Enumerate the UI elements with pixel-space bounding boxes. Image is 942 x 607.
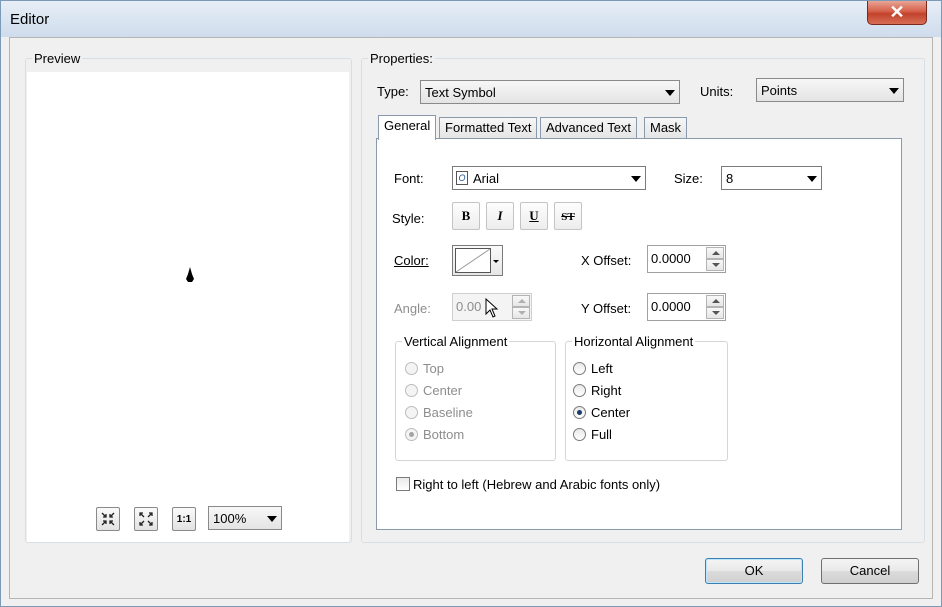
chevron-down-icon [631,176,641,182]
preview-group: Preview [25,51,352,543]
window-title: Editor [10,11,50,28]
right-to-left-label[interactable]: Right to left (Hebrew and Arabic fonts o… [413,477,660,492]
halign-center-radio[interactable] [573,406,586,419]
underline-icon: U [529,208,539,223]
tab-general[interactable]: General [378,115,437,140]
font-value: Arial [473,171,500,186]
type-value: Text Symbol [425,85,496,100]
italic-icon: I [497,208,503,223]
halign-full-radio[interactable] [573,428,586,441]
right-to-left-checkbox[interactable] [396,477,410,491]
valign-top-label: Top [423,361,444,376]
x-offset-value: 0.0000 [651,251,691,266]
style-label: Style: [392,211,425,226]
chevron-down-icon [493,260,499,263]
horizontal-alignment-label: Horizontal Alignment [572,334,696,349]
chevron-down-icon [889,88,899,94]
close-button[interactable]: ✕ [867,1,927,25]
bold-button[interactable]: B [452,202,480,230]
x-offset-stepper[interactable]: 0.0000 [647,245,726,273]
strikethrough-icon: ST [561,211,575,223]
angle-label: Angle: [394,301,431,316]
italic-button[interactable]: I [486,202,514,230]
zoom-fixed-in-button[interactable] [96,507,120,531]
spin-down-icon[interactable] [512,307,530,319]
preview-canvas[interactable] [27,72,349,542]
zoom-select[interactable]: 100% [208,506,282,530]
halign-full-label: Full [591,427,612,442]
editor-window: Editor ✕ Preview 1:1 100% Properties: Ty… [0,0,942,607]
horizontal-alignment-group: Horizontal Alignment [565,334,728,461]
tab-advanced-text[interactable]: Advanced Text [540,117,638,139]
spin-up-icon[interactable] [706,295,724,307]
opentype-font-icon: O [456,171,468,185]
type-label: Type: [377,84,409,99]
halign-left-label: Left [591,361,613,376]
dialog-client: Preview 1:1 100% Properties: Type: Text … [9,37,933,599]
no-color-swatch-icon [455,248,491,273]
spin-down-icon[interactable] [706,307,724,319]
cancel-button[interactable]: Cancel [821,558,919,584]
valign-bottom-label: Bottom [423,427,465,442]
y-offset-label: Y Offset: [581,301,632,316]
units-label: Units: [700,84,734,99]
type-select[interactable]: Text Symbol [420,80,680,104]
y-offset-stepper[interactable]: 0.0000 [647,293,726,321]
halign-left-radio[interactable] [573,362,586,375]
color-picker-button[interactable] [452,245,503,276]
units-value: Points [761,83,798,98]
angle-value: 0.00 [456,299,482,314]
full-extent-icon [139,512,153,526]
halign-right-label: Right [591,383,622,398]
one-to-one-button[interactable]: 1:1 [172,507,196,531]
tab-formatted-text[interactable]: Formatted Text [439,117,538,139]
general-tab-panel: Font: O Arial Size: 8 Style: B I U ST Co… [376,138,902,530]
preview-symbol-icon [186,267,194,282]
valign-bottom-radio[interactable] [405,428,418,441]
full-extent-button[interactable] [134,507,158,531]
y-offset-value: 0.0000 [651,299,691,314]
angle-stepper[interactable]: 0.00 [452,293,532,321]
preview-label: Preview [32,51,83,66]
units-select[interactable]: Points [756,78,904,102]
valign-baseline-label: Baseline [423,405,473,420]
strikethrough-button[interactable]: ST [554,202,582,230]
halign-right-radio[interactable] [573,384,586,397]
color-label: Color: [394,253,429,268]
size-label: Size: [674,171,703,186]
valign-center-label: Center [423,383,463,398]
chevron-down-icon [665,90,675,96]
vertical-alignment-group: Vertical Alignment [395,334,556,461]
chevron-down-icon [267,516,277,522]
vertical-alignment-label: Vertical Alignment [402,334,510,349]
size-select[interactable]: 8 [721,166,822,190]
bold-icon: B [461,208,471,223]
close-icon: ✕ [889,2,905,22]
size-value: 8 [726,171,734,186]
underline-button[interactable]: U [520,202,548,230]
spin-up-icon[interactable] [512,295,530,307]
zoom-in-fixed-icon [101,512,115,526]
properties-label: Properties: [368,51,435,66]
spin-down-icon[interactable] [706,259,724,271]
halign-center-label: Center [591,405,631,420]
font-select[interactable]: O Arial [452,166,646,190]
chevron-down-icon [807,176,817,182]
tab-mask[interactable]: Mask [644,117,688,139]
valign-center-radio[interactable] [405,384,418,397]
valign-baseline-radio[interactable] [405,406,418,419]
one-to-one-icon: 1:1 [176,514,192,525]
title-bar[interactable]: Editor ✕ [1,1,941,37]
x-offset-label: X Offset: [581,253,632,268]
ok-button[interactable]: OK [705,558,803,584]
cursor-pointer-icon [485,298,499,318]
valign-top-radio[interactable] [405,362,418,375]
spin-up-icon[interactable] [706,247,724,259]
zoom-value: 100% [213,511,247,526]
font-label: Font: [394,171,424,186]
